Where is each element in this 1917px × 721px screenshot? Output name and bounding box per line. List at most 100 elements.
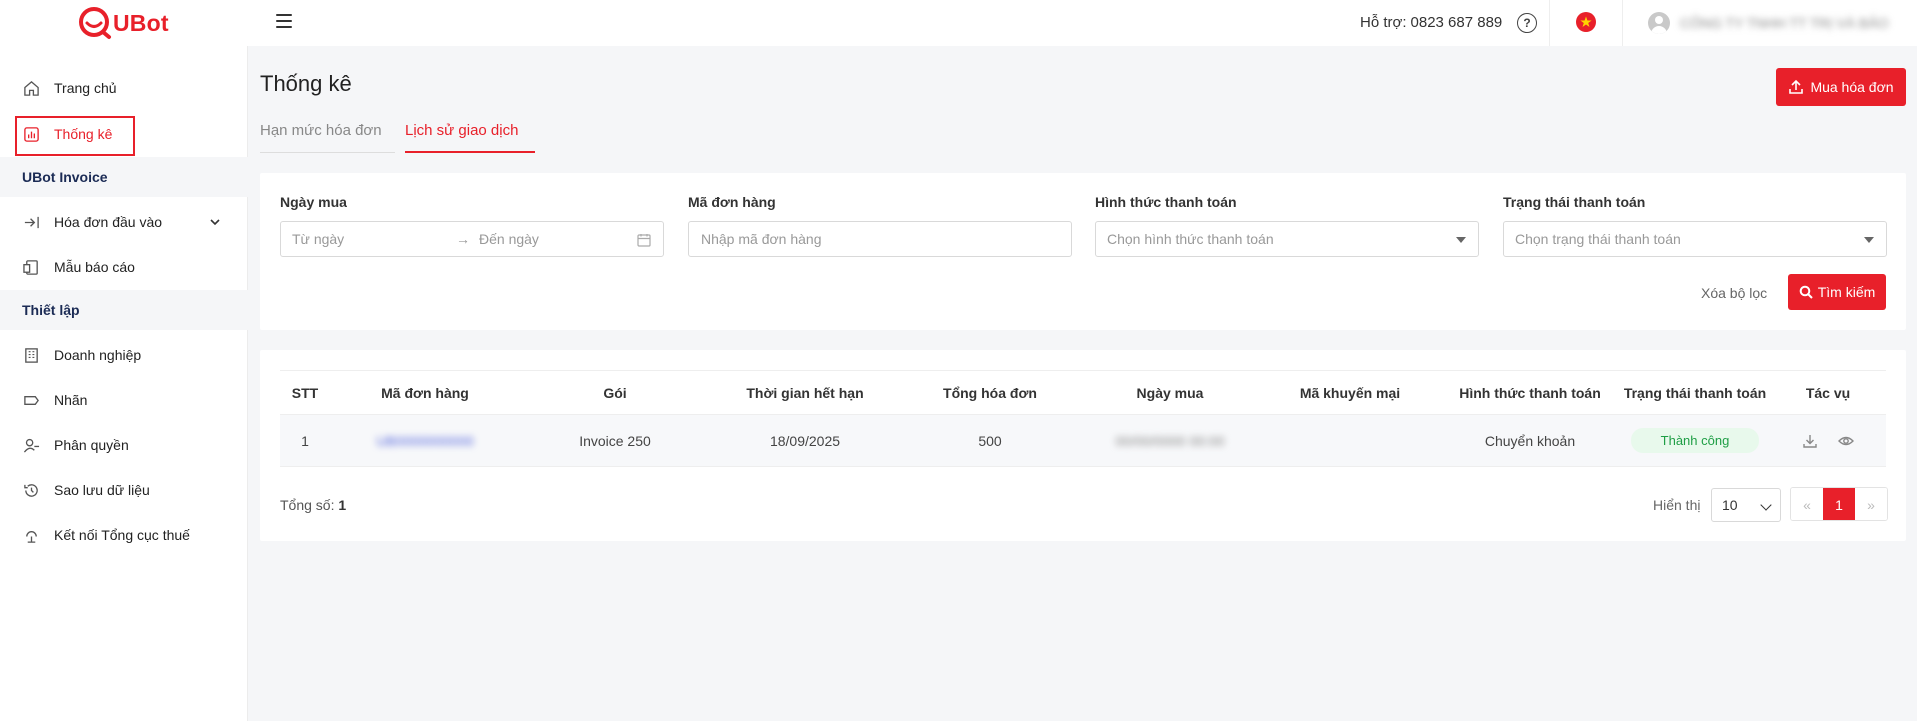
- column-header: Mã khuyến mại: [1260, 370, 1440, 415]
- ubot-logo[interactable]: UBot: [76, 6, 169, 40]
- table-row[interactable]: 1 UB0000000000 Invoice 250 18/09/2025 50…: [280, 414, 1886, 467]
- search-icon: [1799, 285, 1813, 299]
- column-header: Tổng hóa đơn: [900, 370, 1080, 415]
- sidebar-item-label: Doanh nghiệp: [54, 347, 142, 363]
- tag-icon: [22, 391, 40, 409]
- sidebar-item-label: Hóa đơn đầu vào: [54, 214, 163, 230]
- sidebar-item-statistics[interactable]: Thống kê: [0, 112, 248, 156]
- brand-name: UBot: [113, 9, 169, 36]
- avatar[interactable]: [1648, 12, 1670, 34]
- sidebar-item-permissions[interactable]: Phân quyền: [0, 423, 248, 467]
- filter-panel: Ngày mua → Mã đơn hàng Hình thức thanh t…: [260, 173, 1906, 330]
- sidebar-item-enterprise[interactable]: Doanh nghiệp: [0, 333, 248, 377]
- transactions-table: STT Mã đơn hàng Gói Thời gian hết hạn Tổ…: [280, 370, 1886, 467]
- pagination: « 1 »: [1790, 487, 1888, 521]
- pagination-prev[interactable]: «: [1791, 488, 1823, 520]
- menu-toggle-icon[interactable]: [276, 14, 292, 28]
- sidebar-item-label: Thống kê: [54, 126, 113, 142]
- sidebar-item-labels[interactable]: Nhãn: [0, 378, 248, 422]
- header-divider: [1549, 0, 1550, 46]
- payment-method-select[interactable]: Chọn hình thức thanh toán: [1095, 221, 1479, 257]
- cell-purchase-date: 00/00/0000 00:00: [1080, 414, 1260, 467]
- column-header: Hình thức thanh toán: [1440, 370, 1620, 415]
- sidebar-item-label: Sao lưu dữ liệu: [54, 482, 150, 498]
- column-header: Ngày mua: [1080, 370, 1260, 415]
- payment-method-placeholder: Chọn hình thức thanh toán: [1107, 231, 1274, 247]
- upload-icon: [1789, 79, 1804, 94]
- sidebar-item-label: Trang chủ: [54, 80, 117, 96]
- payment-method-label: Hình thức thanh toán: [1095, 194, 1237, 210]
- page-size-label: Hiển thị: [1653, 497, 1701, 513]
- cell-payment-method: Chuyển khoản: [1440, 414, 1620, 467]
- search-button[interactable]: Tìm kiếm: [1788, 274, 1886, 310]
- table-header-row: STT Mã đơn hàng Gói Thời gian hết hạn Tổ…: [280, 370, 1886, 415]
- sidebar-item-label: Mẫu báo cáo: [54, 259, 135, 275]
- sidebar-item-backup[interactable]: Sao lưu dữ liệu: [0, 468, 248, 512]
- cell-actions: [1770, 414, 1886, 467]
- report-template-icon: [22, 258, 40, 276]
- building-icon: [22, 346, 40, 364]
- total-count: Tổng số: 1: [280, 497, 346, 513]
- cell-promo-code: [1260, 414, 1440, 467]
- sidebar-item-label: Kết nối Tổng cục thuế: [54, 527, 190, 543]
- sidebar-item-tax-connection[interactable]: Kết nối Tổng cục thuế: [0, 513, 248, 557]
- total-value: 1: [338, 497, 347, 513]
- total-label: Tổng số:: [280, 497, 335, 513]
- bar-chart-icon: [22, 125, 40, 143]
- purchase-date-range[interactable]: →: [280, 221, 664, 257]
- ubot-logo-icon: [79, 7, 111, 39]
- active-tab-indicator: [405, 151, 535, 153]
- star-icon: [1580, 16, 1592, 27]
- payment-status-select[interactable]: Chọn trạng thái thanh toán: [1503, 221, 1887, 257]
- purchase-date-value: 00/00/0000 00:00: [1115, 432, 1225, 449]
- eye-icon[interactable]: [1837, 433, 1854, 449]
- page-size-value: 10: [1722, 497, 1738, 513]
- payment-status-placeholder: Chọn trạng thái thanh toán: [1515, 231, 1681, 247]
- section-ubot-invoice: UBot Invoice: [0, 157, 248, 197]
- order-code-field[interactable]: [688, 221, 1072, 257]
- transactions-panel: STT Mã đơn hàng Gói Thời gian hết hạn Tổ…: [260, 350, 1906, 541]
- arrow-right-icon: →: [456, 231, 470, 247]
- top-header: UBot Hỗ trợ: 0823 687 889 ? CÔNG TY TNHH…: [0, 0, 1917, 46]
- sidebar: Trang chủ Thống kê UBot Invoice Hóa đơn …: [0, 46, 248, 721]
- order-code-input[interactable]: [701, 231, 1071, 247]
- history-icon: [22, 481, 40, 499]
- sidebar-item-input-invoices[interactable]: Hóa đơn đầu vào: [0, 200, 248, 244]
- tab-transaction-history[interactable]: Lịch sử giao dịch: [405, 122, 535, 154]
- connect-icon: [22, 526, 40, 544]
- status-badge: Thành công: [1630, 428, 1760, 453]
- cell-status: Thành công: [1620, 414, 1770, 467]
- date-to-input[interactable]: [479, 231, 629, 247]
- sidebar-item-report-templates[interactable]: Mẫu báo cáo: [0, 245, 248, 289]
- column-header: Trạng thái thanh toán: [1620, 370, 1770, 415]
- cell-order-code[interactable]: UB0000000000: [330, 414, 520, 467]
- order-code-value[interactable]: UB0000000000: [376, 433, 473, 449]
- calendar-icon[interactable]: [637, 233, 651, 247]
- search-label: Tìm kiếm: [1817, 284, 1876, 300]
- buy-invoice-label: Mua hóa đơn: [1810, 79, 1894, 95]
- cell-total-invoices: 500: [900, 414, 1080, 467]
- buy-invoice-button[interactable]: Mua hóa đơn: [1776, 68, 1906, 106]
- tab-invoice-quota[interactable]: Hạn mức hóa đơn: [260, 122, 395, 154]
- home-icon: [22, 79, 40, 97]
- pagination-next[interactable]: »: [1855, 488, 1887, 520]
- sidebar-item-home[interactable]: Trang chủ: [0, 66, 248, 110]
- support-info: Hỗ trợ: 0823 687 889: [1360, 14, 1502, 31]
- pagination-page[interactable]: 1: [1823, 488, 1855, 520]
- payment-status-label: Trạng thái thanh toán: [1503, 194, 1646, 210]
- login-arrow-icon: [22, 213, 40, 231]
- order-code-label: Mã đơn hàng: [688, 194, 776, 210]
- account-name[interactable]: CÔNG TY TNHH TT TRỊ VÀ BẢO: [1680, 15, 1889, 31]
- user-permission-icon: [22, 436, 40, 454]
- clear-filter-link[interactable]: Xóa bộ lọc: [1701, 285, 1767, 301]
- date-from-input[interactable]: [292, 231, 442, 247]
- caret-down-icon: [1864, 237, 1874, 243]
- support-label: Hỗ trợ:: [1360, 14, 1407, 31]
- vietnam-flag-icon[interactable]: [1576, 12, 1596, 32]
- question-circle-icon[interactable]: ?: [1517, 13, 1537, 33]
- download-icon[interactable]: [1802, 433, 1818, 449]
- page-size-select[interactable]: 10: [1711, 488, 1781, 522]
- chevron-down-icon[interactable]: [210, 217, 220, 227]
- cell-stt: 1: [280, 414, 330, 467]
- purchase-date-label: Ngày mua: [280, 194, 347, 210]
